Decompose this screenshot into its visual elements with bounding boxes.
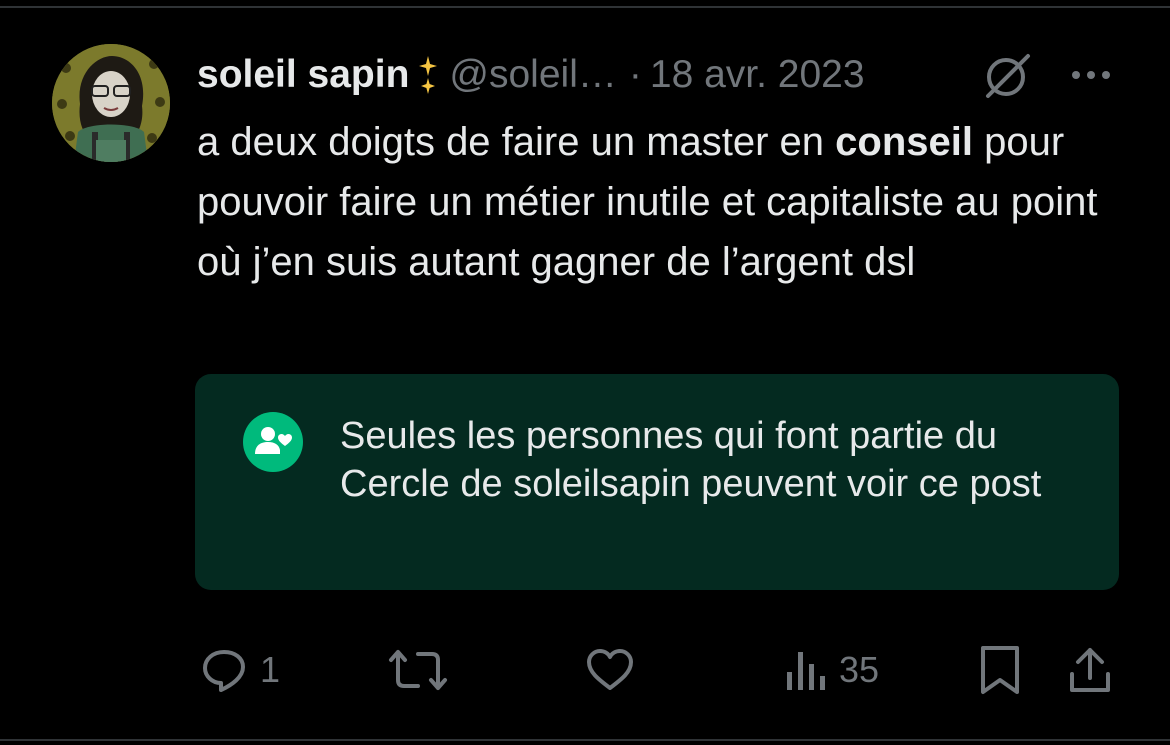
tweet-text-bold: conseil [835,120,974,164]
reply-icon [200,646,248,694]
bookmark-button[interactable] [978,642,1022,698]
bottom-divider [0,739,1170,741]
top-divider [0,6,1170,8]
avatar-illustration [52,44,170,162]
views-icon [783,646,827,694]
share-button[interactable] [1066,642,1114,698]
avatar[interactable] [52,44,170,162]
like-button[interactable] [584,642,636,698]
separator-dot: · [628,53,642,96]
share-icon [1066,644,1114,696]
author-name[interactable]: soleil sapin [197,53,409,97]
repost-icon [388,646,448,694]
sparkle-icon[interactable] [417,52,439,98]
tweet-text-part-1: a deux doigts de faire un master en [197,120,836,164]
tweet-text: a deux doigts de faire un master en cons… [197,112,1117,292]
like-icon [584,646,636,694]
author-handle[interactable]: @soleil… [449,53,616,97]
tweet-date[interactable]: 18 avr. 2023 [650,53,865,97]
bookmark-icon [978,644,1022,696]
more-icon[interactable] [1068,62,1114,88]
circle-notice-card: Seules les personnes qui font partie du … [195,374,1119,590]
grok-icon[interactable] [982,50,1034,102]
views-count: 35 [839,649,880,690]
reply-button[interactable]: 1 [200,642,280,698]
repost-button[interactable] [388,642,448,698]
circle-people-heart-icon [243,412,303,472]
views-button[interactable]: 35 [783,642,879,698]
circle-notice-text: Seules les personnes qui font partie du … [340,415,1042,505]
reply-count: 1 [260,649,281,690]
